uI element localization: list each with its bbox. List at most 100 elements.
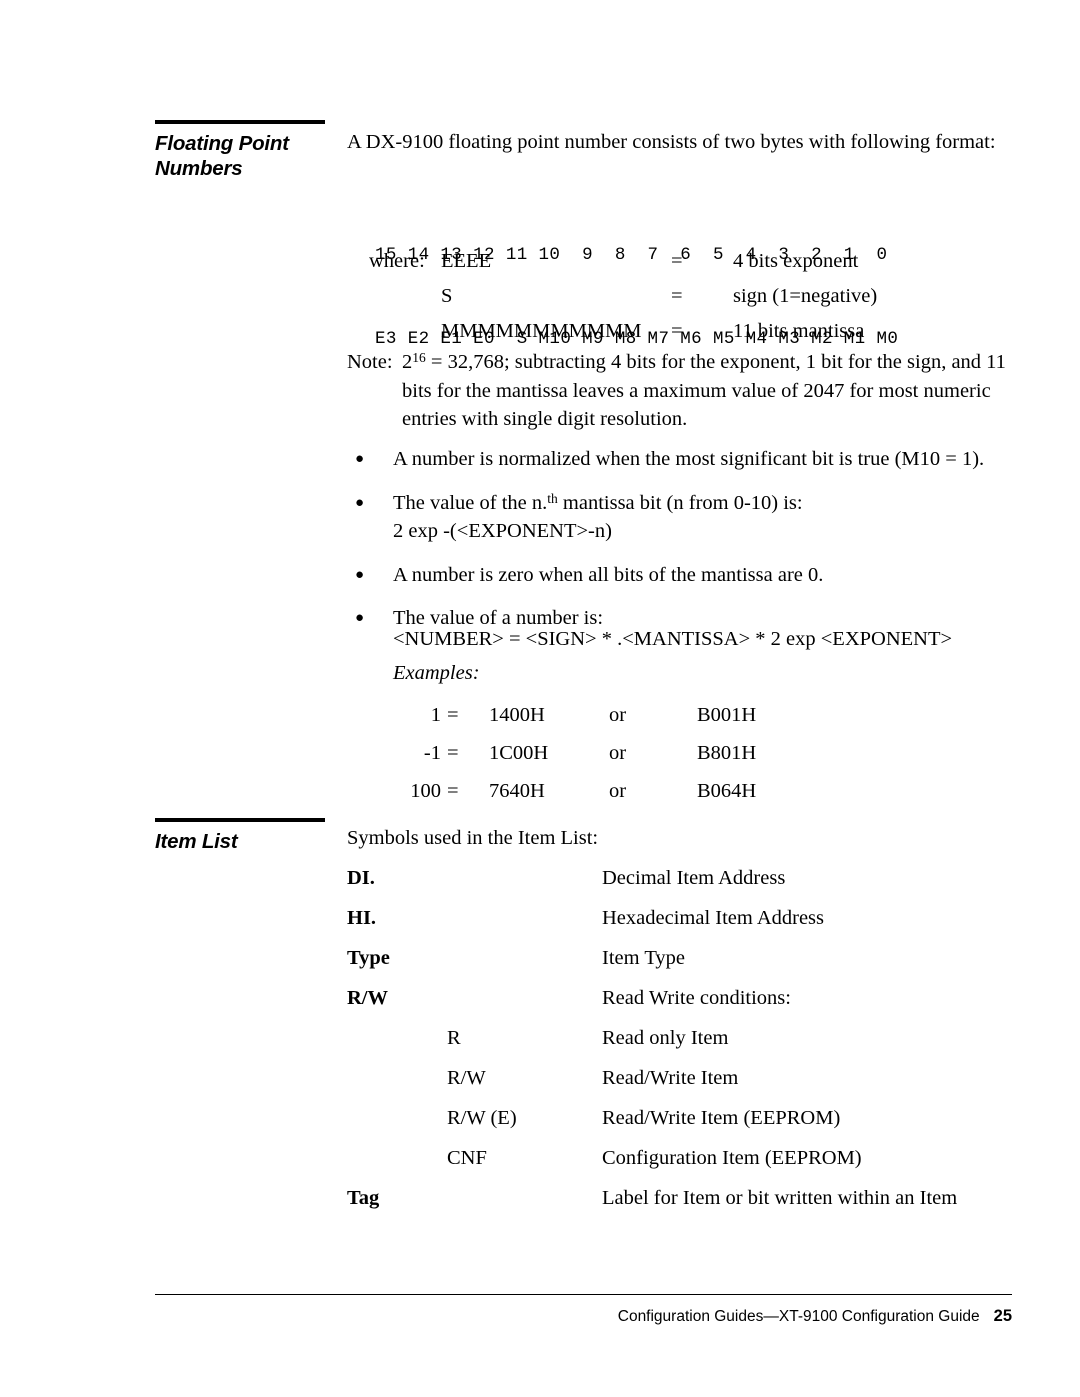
example-hex-1: 1C00H [489, 742, 549, 764]
note-label: Note: [347, 351, 393, 373]
list-item: ● A number is normalized when the most s… [347, 445, 1012, 474]
list-item: ● A number is zero when all bits of the … [347, 561, 1012, 590]
footer-text: Configuration Guides—XT-9100 Configurati… [617, 1308, 980, 1325]
table-row: -1 = 1C00H or B801H [393, 734, 756, 772]
rw-condition-key: R [447, 1027, 461, 1049]
rw-condition-key: CNF [447, 1147, 487, 1169]
symbol-value: Read Write conditions: [602, 987, 791, 1009]
example-hex-2: B001H [697, 704, 757, 726]
bullet-text: A number is zero when all bits of the ma… [393, 563, 824, 586]
where-definitions: where: EEEE = 4 bits exponent S = sign (… [347, 243, 1012, 348]
where-definition: sign (1=negative) [733, 284, 878, 307]
example-equals: = [447, 780, 459, 802]
bullet-text: The value of the n.th mantissa bit (n fr… [393, 489, 1012, 546]
rw-condition-key: R/W [447, 1067, 486, 1089]
examples-table: 1 = 1400H or B001H -1 = 1C00H or B801H 1… [393, 696, 756, 810]
table-row: Tag Label for Item or bit written within… [347, 1178, 957, 1218]
symbols-table: DI. Decimal Item Address HI. Hexadecimal… [347, 858, 957, 1218]
where-symbol: S [441, 284, 453, 307]
bullet-dot-icon: ● [355, 610, 365, 626]
rw-condition-key: R/W (E) [447, 1107, 517, 1129]
item-list-intro: Symbols used in the Item List: [347, 827, 599, 849]
where-label-spacer [347, 278, 441, 313]
item-list-symbols: DI. Decimal Item Address HI. Hexadecimal… [347, 858, 1012, 1218]
section-title-line1: Floating Point [155, 132, 289, 155]
note-text: 216 = 32,768; subtracting 4 bits for the… [402, 348, 1012, 434]
bullet-text-after: mantissa bit (n from 0-10) is: [557, 491, 803, 514]
table-row: CNF Configuration Item (EEPROM) [347, 1138, 957, 1178]
example-hex-2: B801H [697, 742, 757, 764]
section-heading-floating-point: Floating Point Numbers [155, 120, 330, 181]
where-definition: 4 bits exponent [733, 249, 859, 272]
example-hex-1: 7640H [489, 780, 545, 802]
table-row: R Read only Item [347, 1018, 957, 1058]
table-row: 100 = 7640H or B064H [393, 772, 756, 810]
section-title-item-list: Item List [155, 829, 330, 854]
example-value: -1 [423, 742, 441, 764]
where-equals: = [671, 249, 683, 272]
table-row: R/W Read/Write Item [347, 1058, 957, 1098]
example-value: 100 [410, 780, 441, 802]
symbol-value: Hexadecimal Item Address [602, 907, 825, 929]
symbol-key: R/W [347, 987, 388, 1009]
example-hex-1: 1400H [489, 704, 545, 726]
note-exponent: 16 [412, 349, 426, 365]
bullet-second-line: 2 exp -(<EXPONENT>-n) [393, 520, 612, 542]
list-item: ● The value of the n.th mantissa bit (n … [347, 489, 1012, 546]
number-formula: <NUMBER> = <SIGN> * .<MANTISSA> * 2 exp … [393, 628, 953, 650]
bullet-superscript: th [547, 490, 558, 506]
where-label-spacer [347, 313, 441, 348]
bullet-dot-icon: ● [355, 566, 365, 583]
symbol-value: Decimal Item Address [602, 867, 786, 889]
floating-point-intro: A DX-9100 floating point number consists… [347, 131, 996, 153]
note-block: Note: 216 = 32,768; subtracting 4 bits f… [347, 348, 1012, 434]
section-title-floating-point: Floating Point Numbers [155, 131, 330, 181]
examples-table-wrap: 1 = 1400H or B001H -1 = 1C00H or B801H 1… [347, 696, 1012, 810]
where-definition: 11 bits mantissa [733, 319, 865, 342]
rw-condition-value: Configuration Item (EEPROM) [602, 1147, 862, 1169]
table-row: HI. Hexadecimal Item Address [347, 898, 957, 938]
section-heading-item-list: Item List [155, 818, 330, 854]
table-row: Type Item Type [347, 938, 957, 978]
table-row: R/W Read Write conditions: [347, 978, 957, 1018]
where-label: where: [369, 249, 425, 272]
rw-condition-value: Read/Write Item (EEPROM) [602, 1107, 841, 1129]
example-equals: = [447, 704, 459, 726]
example-or: or [609, 780, 627, 802]
section-title-line1: Item List [155, 830, 238, 853]
where-symbol: EEEE [441, 249, 492, 272]
section-rule [155, 120, 325, 124]
symbol-key-tag: Tag [347, 1187, 380, 1209]
example-or: or [609, 704, 627, 726]
example-equals: = [447, 742, 459, 764]
bullet-dot-icon: ● [355, 494, 365, 511]
symbol-key: HI. [347, 907, 377, 929]
bullet-text: A number is normalized when the most sig… [393, 448, 985, 470]
footer-rule [155, 1294, 1012, 1295]
floating-point-bullets: ● A number is normalized when the most s… [347, 430, 1012, 633]
table-row: R/W (E) Read/Write Item (EEPROM) [347, 1098, 957, 1138]
symbol-key: Type [347, 947, 390, 969]
example-hex-2: B064H [697, 780, 757, 802]
where-definitions-table: where: EEEE = 4 bits exponent S = sign (… [347, 243, 877, 348]
page-number: 25 [993, 1307, 1012, 1325]
section-rule [155, 818, 325, 822]
footer: Configuration Guides—XT-9100 Configurati… [155, 1307, 1012, 1326]
symbol-value: Item Type [602, 947, 686, 969]
rw-condition-value: Read/Write Item [602, 1067, 739, 1089]
example-value: 1 [430, 704, 441, 726]
example-or: or [609, 742, 627, 764]
symbol-value-tag: Label for Item or bit written within an … [602, 1187, 958, 1209]
where-symbol: MMMMMMMMMMM [441, 319, 642, 342]
table-row: S = sign (1=negative) [347, 278, 877, 313]
table-row: MMMMMMMMMMM = 11 bits mantissa [347, 313, 877, 348]
where-equals: = [671, 284, 683, 307]
bullet-dot-icon: ● [355, 451, 365, 467]
note-text-remainder: = 32,768; subtracting 4 bits for the exp… [402, 351, 1006, 430]
note-base: 2 [402, 351, 413, 373]
examples-label: Examples: [393, 662, 480, 684]
document-page: Floating Point Numbers A DX-9100 floatin… [0, 0, 1080, 1397]
bullet-text-before: The value of the n. [393, 491, 548, 514]
rw-condition-value: Read only Item [602, 1027, 729, 1049]
table-row: DI. Decimal Item Address [347, 858, 957, 898]
